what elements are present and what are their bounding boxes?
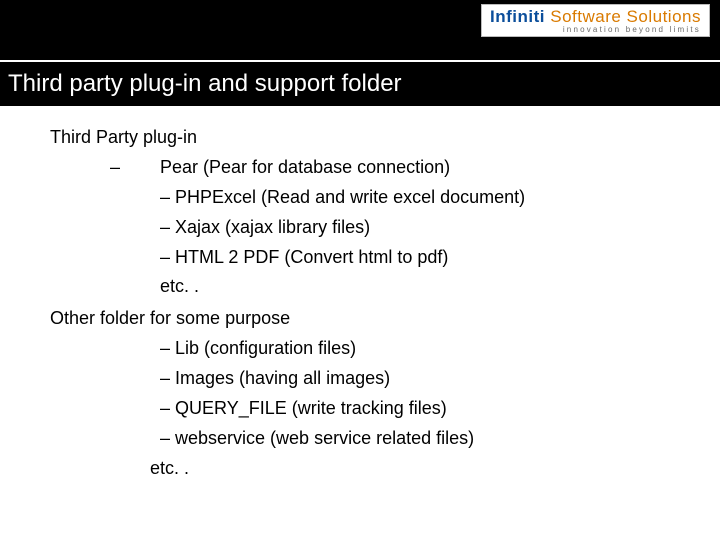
slide-title: Third party plug-in and support folder [0, 70, 402, 98]
brand-name-2: Software Solutions [550, 7, 701, 26]
section2-item: QUERY_FILE (write tracking files) [160, 395, 670, 423]
brand-logo: Infiniti Software Solutions innovation b… [481, 4, 710, 37]
dash-icon: – [110, 154, 160, 182]
section2-item: webservice (web service related files) [160, 425, 670, 453]
section1-first-bullet-text: Pear (Pear for database connection) [160, 157, 450, 177]
title-band: Third party plug-in and support folder [0, 62, 720, 106]
section2-item: Images (having all images) [160, 365, 670, 393]
section1-etc: etc. . [160, 273, 670, 301]
brand-logo-line1: Infiniti Software Solutions [490, 8, 701, 25]
section1-first-bullet: –Pear (Pear for database connection) [110, 154, 670, 182]
slide-body: Third Party plug-in –Pear (Pear for data… [50, 120, 670, 485]
section1-item: PHPExcel (Read and write excel document) [160, 184, 670, 212]
section2-item: Lib (configuration files) [160, 335, 670, 363]
section1-item: HTML 2 PDF (Convert html to pdf) [160, 244, 670, 272]
section2-heading: Other folder for some purpose [50, 305, 670, 333]
section1-item: Xajax (xajax library files) [160, 214, 670, 242]
section1-heading: Third Party plug-in [50, 124, 670, 152]
slide: Infiniti Software Solutions innovation b… [0, 0, 720, 540]
brand-tagline: innovation beyond limits [490, 26, 701, 34]
section2-etc: etc. . [150, 455, 670, 483]
brand-name-1: Infiniti [490, 7, 545, 26]
